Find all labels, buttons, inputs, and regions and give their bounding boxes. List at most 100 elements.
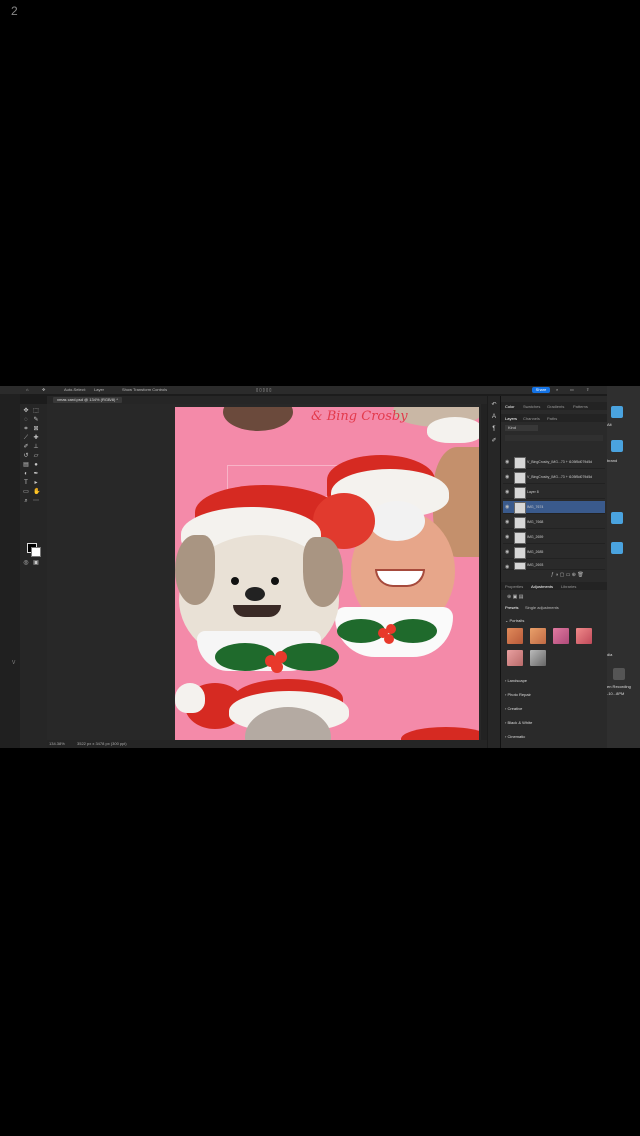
paragraph-icon[interactable]: ¶ xyxy=(491,426,497,432)
character-icon[interactable]: A xyxy=(491,414,497,420)
subtab-presets[interactable]: Presets xyxy=(505,605,519,610)
eye-icon[interactable]: ◉ xyxy=(505,489,509,495)
move-tool-icon[interactable]: ✥ xyxy=(42,387,45,392)
layer-filter-kind[interactable]: Kind xyxy=(505,425,538,431)
layer-actions-icons[interactable]: ƒ ◑ ▢ ▭ ⊕ 🗑 xyxy=(551,572,584,578)
quick-mask-icon[interactable]: ◎ xyxy=(23,560,29,566)
eyedropper-icon[interactable]: ⟋ xyxy=(23,435,29,441)
zoom-icon[interactable]: ⌕ xyxy=(23,498,29,504)
adj-section-landscape[interactable]: › Landscape xyxy=(505,678,527,683)
dock-label-recording: en Recording xyxy=(607,684,631,689)
preset-thumbnail[interactable] xyxy=(553,628,569,644)
eye-icon[interactable]: ◉ xyxy=(505,504,509,510)
history-icon[interactable]: ↶ xyxy=(491,402,497,408)
vertical-scrollbar[interactable] xyxy=(481,404,487,740)
healing-icon[interactable]: ✚ xyxy=(33,435,39,441)
layer-row[interactable]: ◉ IMG_2659 xyxy=(503,531,605,544)
eye-icon[interactable]: ◉ xyxy=(505,474,509,480)
preset-thumbnail[interactable] xyxy=(530,628,546,644)
layer-select[interactable]: Layer xyxy=(94,387,104,392)
pen-icon[interactable]: ✒ xyxy=(33,471,39,477)
hand-icon[interactable]: ✋ xyxy=(33,489,40,495)
tab-adjustments[interactable]: Adjustments xyxy=(531,584,553,589)
adj-section-black-white[interactable]: › Black & White xyxy=(505,720,532,725)
preset-thumbnail[interactable] xyxy=(507,628,523,644)
app-icon[interactable] xyxy=(611,406,623,418)
tab-properties[interactable]: Properties xyxy=(505,584,523,589)
recording-file-icon[interactable] xyxy=(613,668,625,680)
layer-row[interactable]: ◉ IMG_2685 xyxy=(503,546,605,559)
tab-color[interactable]: Color xyxy=(505,404,515,409)
background-color-swatch[interactable] xyxy=(31,547,41,557)
layer-row[interactable]: ◉ V_BingCrosby_IMG...73 + t105f5d079d5d xyxy=(503,456,605,469)
dock-label-brand: brand xyxy=(607,458,618,463)
history-brush-icon[interactable]: ↺ xyxy=(23,453,29,459)
auto-select-label[interactable]: Auto-Select: xyxy=(64,387,86,392)
screen-mode-icon[interactable]: ▣ xyxy=(33,560,39,566)
preset-thumbnail[interactable] xyxy=(576,628,592,644)
frame-icon[interactable]: ⊠ xyxy=(33,426,39,432)
tab-libraries[interactable]: Libraries xyxy=(561,584,576,589)
dog-eye-right xyxy=(271,577,279,585)
tab-patterns[interactable]: Patterns xyxy=(573,404,588,409)
search-icon[interactable]: ⌕ xyxy=(556,387,558,392)
subtab-single-adjustments[interactable]: Single adjustments xyxy=(525,605,559,610)
layer-row[interactable]: ◉ IMG_7668 xyxy=(503,516,605,529)
preset-thumbnail[interactable] xyxy=(507,650,523,666)
layer-row[interactable]: ◉ V_BingCrosby_IMG...73 + t105f5d079d5d xyxy=(503,471,605,484)
document-canvas[interactable]: & Bing Crosby xyxy=(175,407,479,740)
tab-gradients[interactable]: Gradients xyxy=(547,404,564,409)
eye-icon[interactable]: ◉ xyxy=(505,534,509,540)
dodge-icon[interactable]: ◐ xyxy=(23,471,29,477)
app-icon[interactable] xyxy=(611,542,623,554)
eye-icon[interactable]: ◉ xyxy=(505,519,509,525)
more-tools-icon[interactable]: ⋯ xyxy=(33,498,39,504)
adj-section-photo-repair[interactable]: › Photo Repair xyxy=(505,692,531,697)
app-icon[interactable] xyxy=(611,512,623,524)
path-select-icon[interactable]: ▸ xyxy=(33,480,39,486)
share-icon[interactable]: ⇪ xyxy=(586,387,589,392)
zoom-level[interactable]: 134.38% xyxy=(49,741,65,746)
blend-mode-row[interactable] xyxy=(505,435,603,441)
stamp-icon[interactable]: ⊥ xyxy=(33,444,39,450)
properties-panel-tabs: Properties Adjustments Libraries xyxy=(501,582,607,590)
layer-row[interactable]: ◉ IMG_2693 xyxy=(503,561,605,570)
share-button[interactable]: Share xyxy=(532,387,550,393)
align-icons[interactable]: ▯ ▯ ▯ ▯ ▯ xyxy=(256,387,271,392)
preset-thumbnail-bw[interactable] xyxy=(530,650,546,666)
marquee-icon[interactable]: ⬚ xyxy=(33,408,39,414)
eye-icon[interactable]: ◉ xyxy=(505,549,509,555)
brush-settings-icon[interactable]: ✐ xyxy=(491,438,497,444)
adjustment-toolbar-icons[interactable]: ⊕ ▣ ▤ xyxy=(507,594,523,600)
shape-icon[interactable]: ▭ xyxy=(23,489,29,495)
show-transform-controls[interactable]: Show Transform Controls xyxy=(122,387,167,392)
eraser-icon[interactable]: ▱ xyxy=(33,453,39,459)
dock-label-alt: Alt xyxy=(607,422,612,427)
tab-paths[interactable]: Paths xyxy=(547,416,557,421)
crop-icon[interactable]: ⌗ xyxy=(23,426,29,432)
adj-section-creative[interactable]: › Creative xyxy=(505,706,522,711)
dog-nose xyxy=(245,587,265,601)
document-tab[interactable]: xmas card.psd @ 134% (RGB/8) * xyxy=(53,397,122,403)
layer-row[interactable]: ◉ Layer 8 xyxy=(503,486,605,499)
eye-icon[interactable]: ◉ xyxy=(505,564,509,570)
tab-swatches[interactable]: Swatches xyxy=(523,404,540,409)
eye-icon[interactable]: ◉ xyxy=(505,459,509,465)
dog-mouth xyxy=(233,605,281,617)
gradient-icon[interactable]: ▤ xyxy=(23,462,29,468)
workspace-icon[interactable]: ▭ xyxy=(570,387,574,392)
tab-channels[interactable]: Channels xyxy=(523,416,540,421)
type-icon[interactable]: T xyxy=(23,480,29,486)
brush-icon[interactable]: ✐ xyxy=(23,444,29,450)
layer-row-selected[interactable]: ◉ IMG_7674 xyxy=(503,501,605,514)
quick-select-icon[interactable]: ✎ xyxy=(33,417,39,423)
lasso-icon[interactable]: ◌ xyxy=(23,417,29,423)
adj-section-portraits[interactable]: ⌄ Portraits xyxy=(505,618,524,623)
blur-icon[interactable]: ● xyxy=(33,462,39,468)
app-icon[interactable] xyxy=(611,440,623,452)
adj-section-cinematic[interactable]: › Cinematic xyxy=(505,734,525,739)
home-icon[interactable]: ⌂ xyxy=(26,387,28,392)
holly-bow-dog xyxy=(215,643,339,673)
tab-layers[interactable]: Layers xyxy=(505,416,517,421)
move-icon[interactable]: ✥ xyxy=(23,408,29,414)
